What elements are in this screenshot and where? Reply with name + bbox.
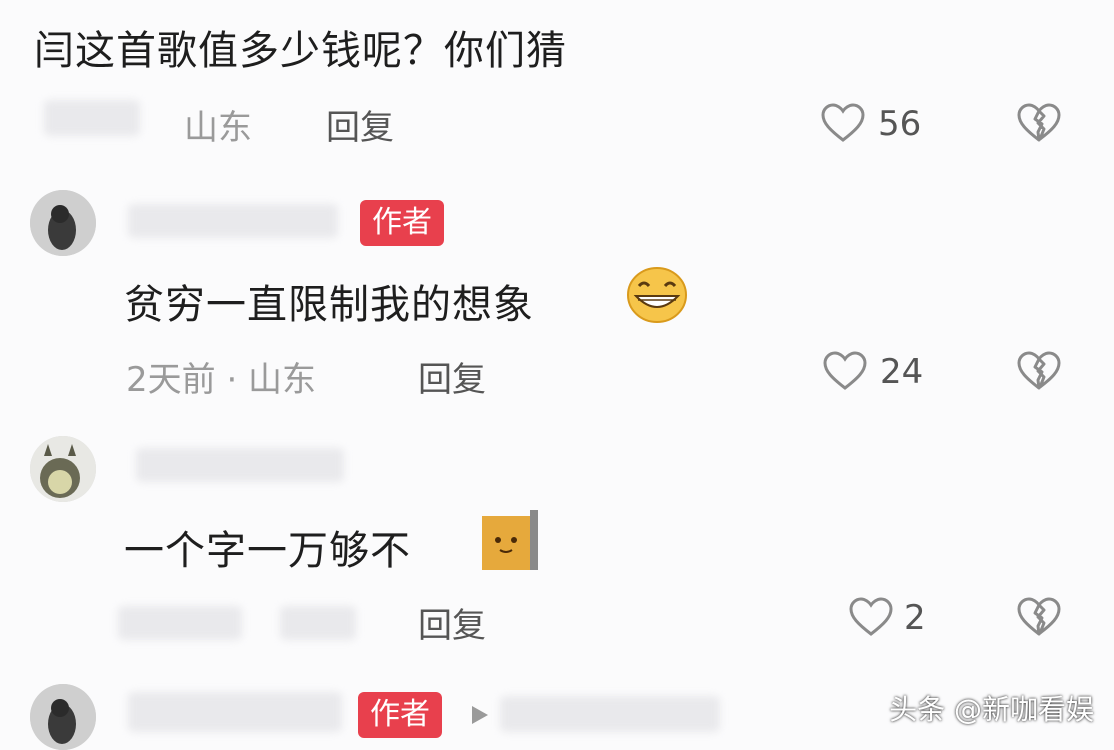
blurred-username [136,448,344,482]
grinning-face-icon [626,266,688,328]
play-icon [470,704,490,730]
blurred-username [44,100,140,136]
like-button[interactable] [822,350,868,392]
blurred-meta [118,606,242,640]
comment-meta: 2天前 · 山东 [126,360,317,400]
like-count: 56 [878,104,922,144]
author-badge: 作者 [360,200,444,246]
watermark: 头条 @新咖看娱 [889,693,1094,726]
like-count: 2 [904,598,926,638]
blurred-username [128,692,342,732]
avatar[interactable] [30,684,96,750]
avatar[interactable] [30,436,96,502]
comment-text: 闫这首歌值多少钱呢？你们猜 [34,28,567,74]
reply-button[interactable]: 回复 [418,352,486,401]
comment-text: 贫穷一直限制我的想象 [124,282,534,328]
like-count: 24 [880,352,924,392]
avatar[interactable] [30,190,96,256]
reply-button[interactable]: 回复 [326,100,394,149]
heart-icon [848,596,894,638]
dislike-button[interactable] [1016,102,1062,144]
reply-button[interactable]: 回复 [418,598,486,647]
broken-heart-icon [1016,350,1062,392]
dislike-button[interactable] [1016,350,1062,392]
comment-text: 一个字一万够不 [124,528,411,574]
blurred-username [128,204,338,238]
blurred-username [500,696,720,732]
comment-location: 山东 [184,108,252,148]
broken-heart-icon [1016,102,1062,144]
dislike-button[interactable] [1016,596,1062,638]
broken-heart-icon [1016,596,1062,638]
heart-icon [820,102,866,144]
like-button[interactable] [820,102,866,144]
cat-face-icon [482,510,538,574]
blurred-meta [280,606,356,640]
heart-icon [822,350,868,392]
author-badge: 作者 [358,692,442,738]
like-button[interactable] [848,596,894,638]
